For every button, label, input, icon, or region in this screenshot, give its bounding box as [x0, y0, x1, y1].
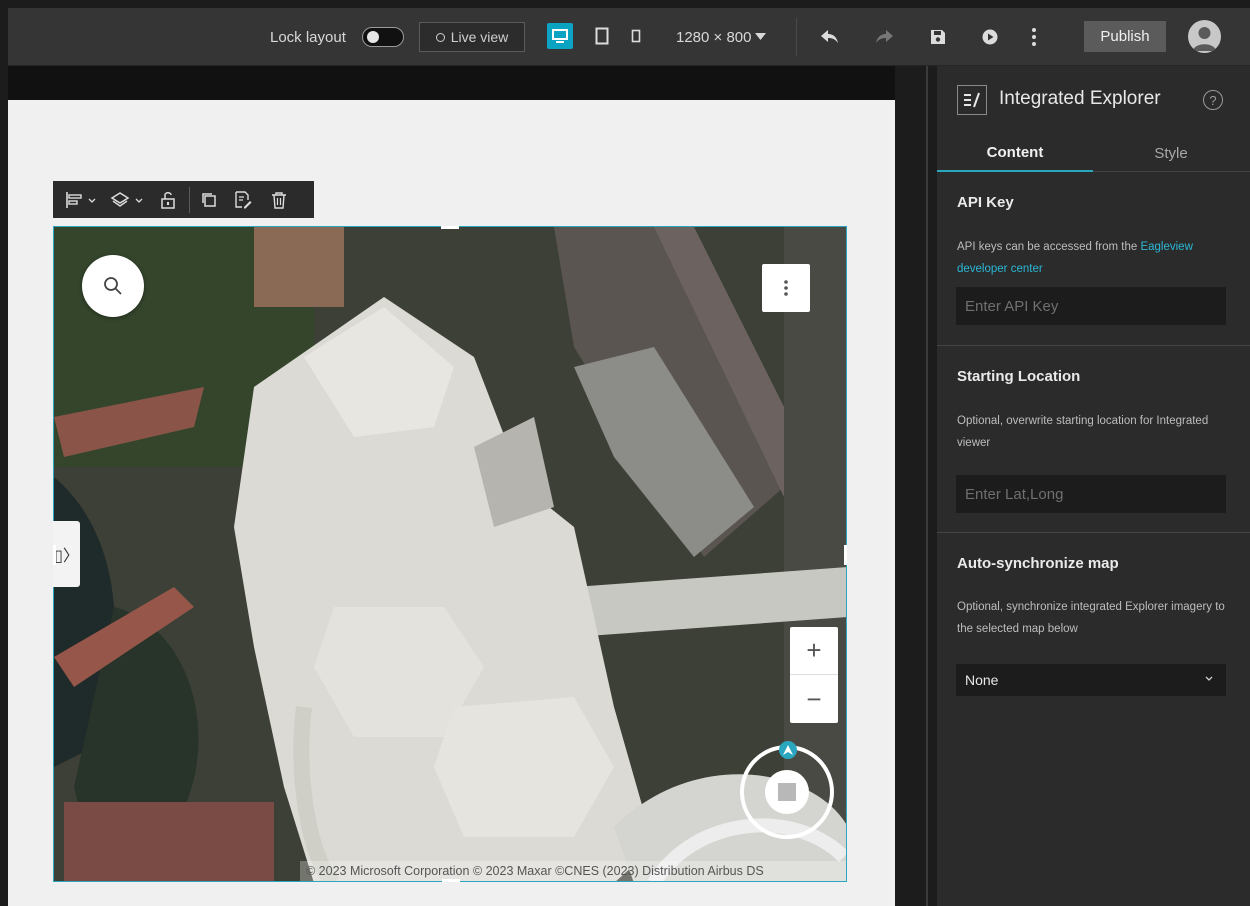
starting-location-title: Starting Location	[957, 368, 1081, 385]
unlock-icon	[161, 191, 175, 209]
aerial-imagery	[54, 227, 846, 881]
save-icon	[931, 30, 945, 44]
zoom-control: + −	[790, 627, 838, 723]
panel-tabs: Content Style	[937, 134, 1250, 172]
caret-down-icon	[754, 33, 766, 40]
preview-button[interactable]	[976, 23, 1004, 51]
compass-square	[778, 783, 796, 801]
resize-handle-bottom[interactable]	[442, 879, 460, 882]
resize-handle-left[interactable]	[53, 545, 56, 565]
redo-icon	[876, 30, 893, 43]
tab-content[interactable]: Content	[937, 134, 1093, 172]
duplicate-icon	[202, 192, 216, 207]
phone-device-button[interactable]	[623, 23, 649, 49]
map-attribution: © 2023 Microsoft Corporation © 2023 Maxa…	[300, 861, 846, 881]
tablet-icon	[595, 27, 609, 45]
align-left-icon	[66, 191, 96, 208]
api-key-description: API keys can be accessed from the Eaglev…	[957, 236, 1237, 280]
compass-control[interactable]	[740, 741, 834, 839]
toggle-knob	[367, 31, 379, 43]
map-widget[interactable]: + − © 2023 Microsoft Corporation © 2023 …	[53, 226, 847, 882]
resize-handle-right[interactable]	[844, 545, 847, 565]
duplicate-button[interactable]	[194, 181, 224, 218]
starting-location-description: Optional, overwrite starting location fo…	[957, 415, 1209, 449]
edit-icon	[235, 190, 252, 208]
phone-icon	[631, 29, 641, 43]
map-search-button[interactable]	[82, 255, 144, 317]
lock-layout-toggle[interactable]	[362, 27, 404, 47]
lock-widget-button[interactable]	[151, 181, 185, 218]
map-menu-button[interactable]	[762, 264, 810, 312]
map-select-dropdown[interactable]: None	[956, 664, 1226, 696]
panel-title: Integrated Explorer	[999, 88, 1161, 109]
more-vertical-icon	[784, 280, 788, 296]
edit-button[interactable]	[224, 181, 262, 218]
toolbar-separator	[189, 186, 190, 213]
resolution-dropdown[interactable]: 1280 × 800	[676, 8, 766, 66]
compass-center	[765, 770, 809, 814]
widget-icon	[957, 85, 987, 115]
resize-handle-top[interactable]	[441, 226, 459, 229]
scrollbar-track	[926, 66, 928, 906]
auto-sync-section: Auto-synchronize map Optional, synchroni…	[937, 533, 1250, 703]
expand-panel-tab[interactable]: ▯〉	[53, 521, 80, 587]
resolution-label: 1280 × 800	[676, 28, 752, 46]
save-button[interactable]	[924, 23, 952, 51]
api-key-input[interactable]	[956, 287, 1226, 325]
toolbar-divider	[796, 18, 797, 56]
zoom-out-button[interactable]: −	[790, 675, 838, 723]
more-options-button[interactable]	[1020, 23, 1048, 51]
auto-sync-title: Auto-synchronize map	[957, 555, 1119, 572]
zoom-in-button[interactable]: +	[790, 627, 838, 675]
live-view-button[interactable]: Live view	[419, 22, 525, 52]
settings-panel: Integrated Explorer ? Content Style API …	[937, 66, 1250, 906]
api-key-desc-text: API keys can be accessed from the	[957, 241, 1141, 253]
redo-button[interactable]	[870, 23, 898, 51]
api-key-title: API Key	[957, 194, 1014, 211]
undo-icon	[821, 30, 838, 43]
api-key-section: API Key API keys can be accessed from th…	[937, 173, 1250, 346]
search-icon	[104, 277, 122, 295]
top-toolbar: Lock layout Live view 1280 × 800 Publish	[8, 8, 1250, 66]
selected-map-value: None	[965, 672, 999, 688]
canvas-scrollbar[interactable]	[895, 66, 928, 906]
widget-toolbar	[53, 181, 314, 218]
desktop-device-button[interactable]	[547, 23, 573, 49]
desktop-icon	[552, 29, 568, 43]
help-icon[interactable]: ?	[1203, 90, 1223, 110]
tablet-device-button[interactable]	[589, 23, 615, 49]
trash-icon	[272, 191, 286, 209]
live-view-icon	[435, 32, 445, 42]
align-button[interactable]	[59, 181, 105, 218]
starting-location-section: Starting Location Optional, overwrite st…	[937, 346, 1250, 533]
user-icon	[1193, 27, 1216, 51]
layers-icon	[110, 191, 143, 207]
tab-style[interactable]: Style	[1093, 134, 1249, 172]
live-view-label: Live view	[450, 29, 509, 45]
delete-button[interactable]	[262, 181, 296, 218]
auto-sync-description: Optional, synchronize integrated Explore…	[957, 601, 1225, 635]
more-vertical-icon	[1032, 28, 1036, 46]
undo-button[interactable]	[816, 23, 844, 51]
lat-long-input[interactable]	[956, 475, 1226, 513]
play-icon	[982, 29, 998, 45]
lock-layout-label: Lock layout	[270, 28, 346, 46]
arrange-button[interactable]	[105, 181, 151, 218]
north-arrow-icon	[779, 741, 797, 759]
chevron-down-icon	[1205, 676, 1213, 681]
publish-button[interactable]: Publish	[1084, 21, 1166, 52]
avatar[interactable]	[1188, 20, 1221, 53]
